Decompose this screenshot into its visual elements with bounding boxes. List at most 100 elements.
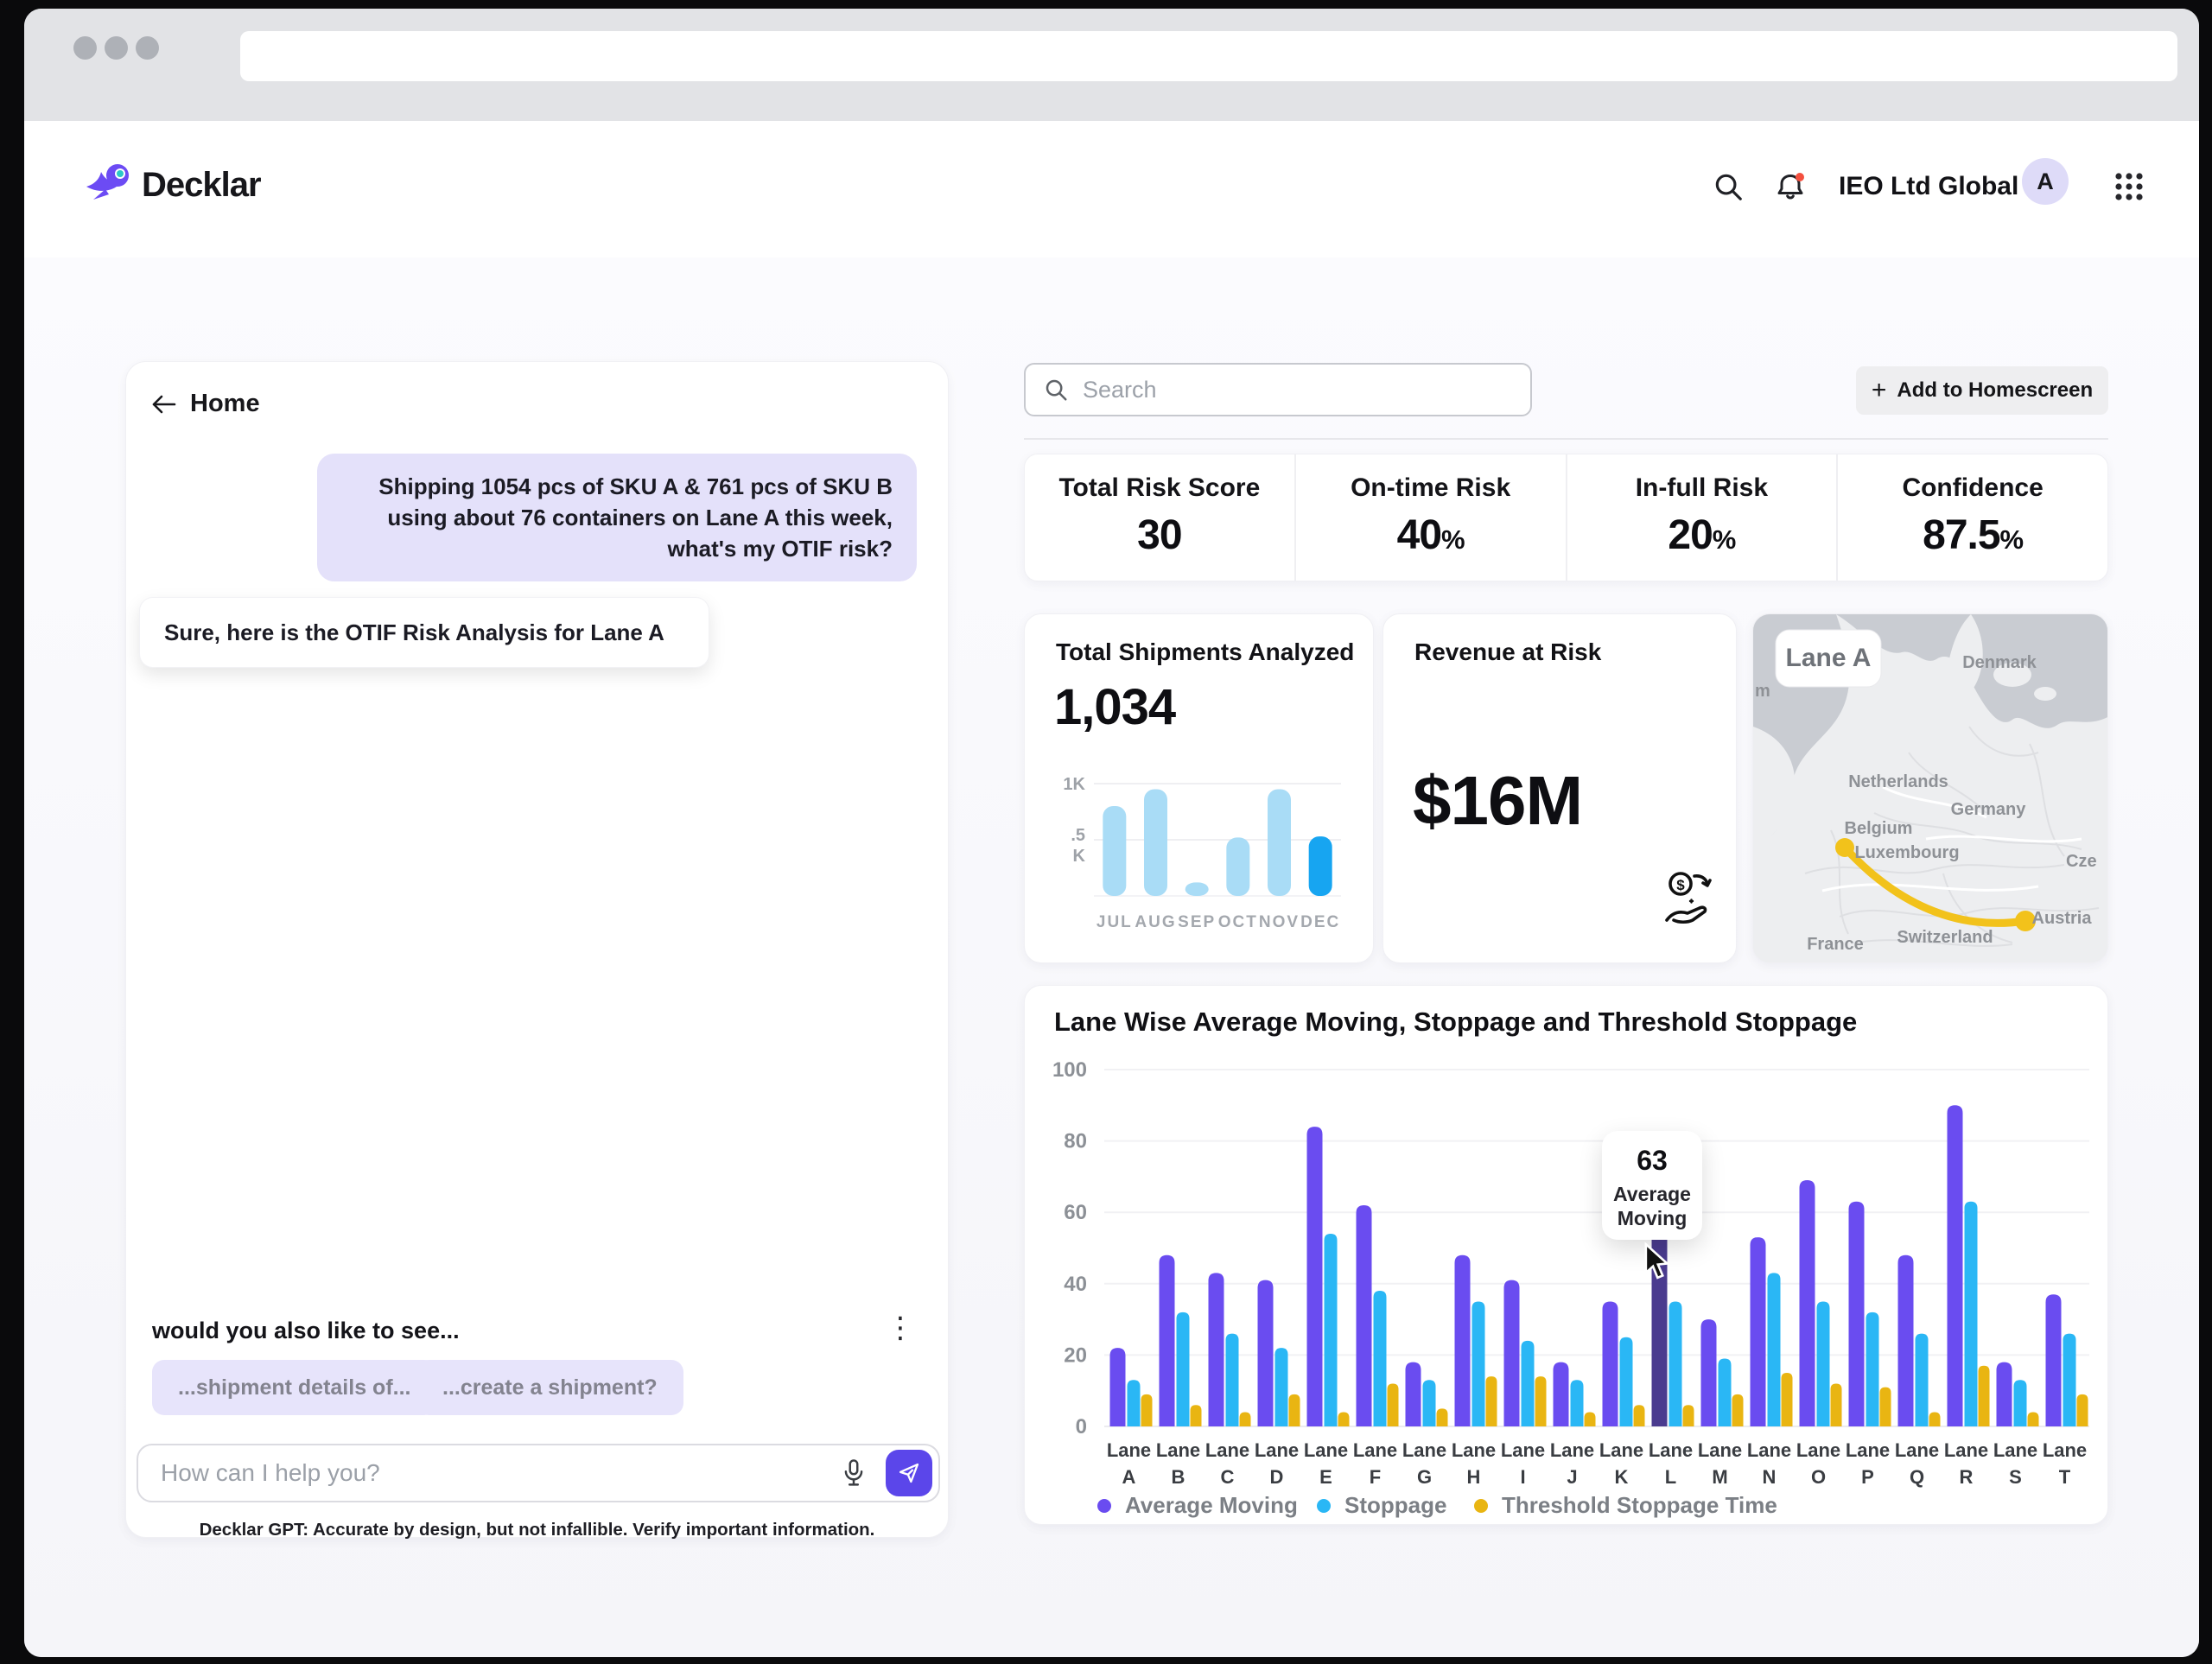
bar-average-moving-lane-a[interactable] xyxy=(1110,1348,1126,1426)
bar-average-moving-lane-e[interactable] xyxy=(1307,1127,1323,1426)
send-button[interactable] xyxy=(886,1450,932,1496)
bar-stoppage-lane-s[interactable] xyxy=(2014,1380,2027,1426)
search-input[interactable] xyxy=(1083,377,1530,403)
bar-average-moving-lane-j[interactable] xyxy=(1554,1362,1569,1426)
chat-panel: Home Shipping 1054 pcs of SKU A & 761 pc… xyxy=(125,361,949,1538)
suggestion-chip-shipment-details[interactable]: ...shipment details of... xyxy=(152,1360,436,1415)
bar-threshold-stoppage-time-lane-b[interactable] xyxy=(1191,1405,1202,1426)
window-control-zoom[interactable] xyxy=(136,36,159,60)
bar-stoppage-lane-j[interactable] xyxy=(1571,1380,1584,1426)
notifications-bell-icon[interactable] xyxy=(1759,156,1821,218)
bar-stoppage-lane-r[interactable] xyxy=(1965,1202,1978,1426)
bar-stoppage-lane-m[interactable] xyxy=(1719,1359,1732,1426)
bar-average-moving-lane-n[interactable] xyxy=(1751,1237,1766,1426)
legend-item-threshold-stoppage-time[interactable]: Threshold Stoppage Time xyxy=(1474,1492,1777,1519)
mini-xtick: SEP xyxy=(1178,913,1216,931)
mini-bar-oct[interactable] xyxy=(1226,837,1249,896)
url-bar[interactable] xyxy=(240,31,2177,81)
bar-average-moving-lane-d[interactable] xyxy=(1258,1280,1274,1426)
suggestion-chip-create-shipment[interactable]: ...create a shipment? xyxy=(416,1360,683,1415)
bar-threshold-stoppage-time-lane-o[interactable] xyxy=(1831,1383,1842,1426)
mini-bar-nov[interactable] xyxy=(1268,790,1291,897)
bar-average-moving-lane-q[interactable] xyxy=(1898,1255,1914,1426)
lane-xtick-letter: N xyxy=(1763,1466,1777,1488)
legend-label: Threshold Stoppage Time xyxy=(1502,1492,1777,1519)
bar-threshold-stoppage-time-lane-a[interactable] xyxy=(1141,1394,1153,1426)
back-home-button[interactable]: Home xyxy=(150,390,260,418)
bar-stoppage-lane-i[interactable] xyxy=(1522,1341,1535,1426)
main-content: Home Shipping 1054 pcs of SKU A & 761 pc… xyxy=(24,257,2199,1657)
window-control-close[interactable] xyxy=(73,36,97,60)
bar-threshold-stoppage-time-lane-e[interactable] xyxy=(1338,1412,1350,1426)
bar-average-moving-lane-c[interactable] xyxy=(1209,1273,1224,1426)
bar-threshold-stoppage-time-lane-t[interactable] xyxy=(2077,1394,2088,1426)
bar-stoppage-lane-p[interactable] xyxy=(1866,1312,1879,1426)
apps-grid-icon[interactable] xyxy=(2098,156,2160,218)
bar-stoppage-lane-k[interactable] xyxy=(1620,1337,1633,1426)
mini-bar-sep[interactable] xyxy=(1185,882,1209,896)
brand-logo[interactable]: Decklar xyxy=(79,161,261,209)
org-selector[interactable]: IEO Ltd Global xyxy=(1839,156,2018,218)
bar-stoppage-lane-t[interactable] xyxy=(2063,1334,2076,1426)
suggestions-menu-icon[interactable]: ⋮ xyxy=(883,1311,918,1345)
add-to-homescreen-button[interactable]: + Add to Homescreen xyxy=(1856,366,2108,415)
bar-threshold-stoppage-time-lane-d[interactable] xyxy=(1289,1394,1300,1426)
lane-ytick: 100 xyxy=(1052,1058,1087,1082)
bar-average-moving-lane-s[interactable] xyxy=(1997,1362,2012,1426)
bar-stoppage-lane-e[interactable] xyxy=(1325,1234,1338,1426)
map-label-fragment: m xyxy=(1755,682,1770,701)
bar-average-moving-lane-b[interactable] xyxy=(1160,1255,1175,1426)
bar-threshold-stoppage-time-lane-l[interactable] xyxy=(1683,1405,1694,1426)
avatar[interactable]: A xyxy=(2022,158,2069,205)
bar-stoppage-lane-l[interactable] xyxy=(1669,1301,1682,1426)
bar-threshold-stoppage-time-lane-g[interactable] xyxy=(1437,1408,1448,1426)
bar-average-moving-lane-t[interactable] xyxy=(2046,1294,2062,1426)
bar-stoppage-lane-n[interactable] xyxy=(1768,1273,1781,1426)
mini-bar-aug[interactable] xyxy=(1144,790,1167,897)
legend-item-stoppage[interactable]: Stoppage xyxy=(1317,1492,1446,1519)
bar-threshold-stoppage-time-lane-m[interactable] xyxy=(1732,1394,1744,1426)
bar-average-moving-lane-i[interactable] xyxy=(1504,1280,1520,1426)
bar-threshold-stoppage-time-lane-f[interactable] xyxy=(1388,1383,1399,1426)
bar-stoppage-lane-c[interactable] xyxy=(1226,1334,1239,1426)
bar-average-moving-lane-r[interactable] xyxy=(1948,1105,1963,1426)
mini-bar-jul[interactable] xyxy=(1103,806,1126,896)
microphone-icon[interactable] xyxy=(834,1453,874,1493)
lane-xtick-letter: J xyxy=(1567,1466,1577,1488)
bar-threshold-stoppage-time-lane-k[interactable] xyxy=(1634,1405,1645,1426)
mini-ytick: 1K xyxy=(1063,775,1085,794)
bar-threshold-stoppage-time-lane-i[interactable] xyxy=(1535,1376,1547,1426)
bar-threshold-stoppage-time-lane-h[interactable] xyxy=(1486,1376,1497,1426)
legend-item-average-moving[interactable]: Average Moving xyxy=(1097,1492,1298,1519)
bar-average-moving-lane-o[interactable] xyxy=(1800,1180,1815,1426)
bar-threshold-stoppage-time-lane-s[interactable] xyxy=(2028,1412,2039,1426)
bar-stoppage-lane-f[interactable] xyxy=(1374,1291,1387,1426)
window-control-minimize[interactable] xyxy=(105,36,128,60)
bar-stoppage-lane-q[interactable] xyxy=(1916,1334,1929,1426)
bar-stoppage-lane-g[interactable] xyxy=(1423,1380,1436,1426)
risk-stats-card: Total Risk Score 30 On-time Risk 40% In-… xyxy=(1024,454,2108,581)
bar-average-moving-lane-f[interactable] xyxy=(1357,1205,1372,1426)
bar-average-moving-lane-m[interactable] xyxy=(1701,1319,1717,1426)
bar-average-moving-lane-k[interactable] xyxy=(1603,1301,1618,1426)
bar-threshold-stoppage-time-lane-c[interactable] xyxy=(1240,1412,1251,1426)
bar-stoppage-lane-b[interactable] xyxy=(1177,1312,1190,1426)
stat-value: 40% xyxy=(1296,511,1566,559)
chat-input[interactable] xyxy=(138,1459,834,1487)
legend-label: Stoppage xyxy=(1344,1492,1446,1519)
bar-average-moving-lane-p[interactable] xyxy=(1849,1202,1865,1426)
bar-stoppage-lane-h[interactable] xyxy=(1472,1301,1485,1426)
header-search-icon[interactable] xyxy=(1697,156,1759,218)
bar-stoppage-lane-a[interactable] xyxy=(1128,1380,1141,1426)
bar-stoppage-lane-o[interactable] xyxy=(1817,1301,1830,1426)
stat-label: In-full Risk xyxy=(1567,473,1837,503)
bar-threshold-stoppage-time-lane-r[interactable] xyxy=(1979,1366,1990,1426)
bar-average-moving-lane-h[interactable] xyxy=(1455,1255,1471,1426)
bar-stoppage-lane-d[interactable] xyxy=(1275,1348,1288,1426)
bar-threshold-stoppage-time-lane-n[interactable] xyxy=(1782,1373,1793,1426)
mini-bar-dec[interactable] xyxy=(1309,836,1332,896)
bar-threshold-stoppage-time-lane-p[interactable] xyxy=(1880,1388,1891,1426)
bar-threshold-stoppage-time-lane-j[interactable] xyxy=(1585,1412,1596,1426)
bar-threshold-stoppage-time-lane-q[interactable] xyxy=(1929,1412,1941,1426)
bar-average-moving-lane-g[interactable] xyxy=(1406,1362,1421,1426)
